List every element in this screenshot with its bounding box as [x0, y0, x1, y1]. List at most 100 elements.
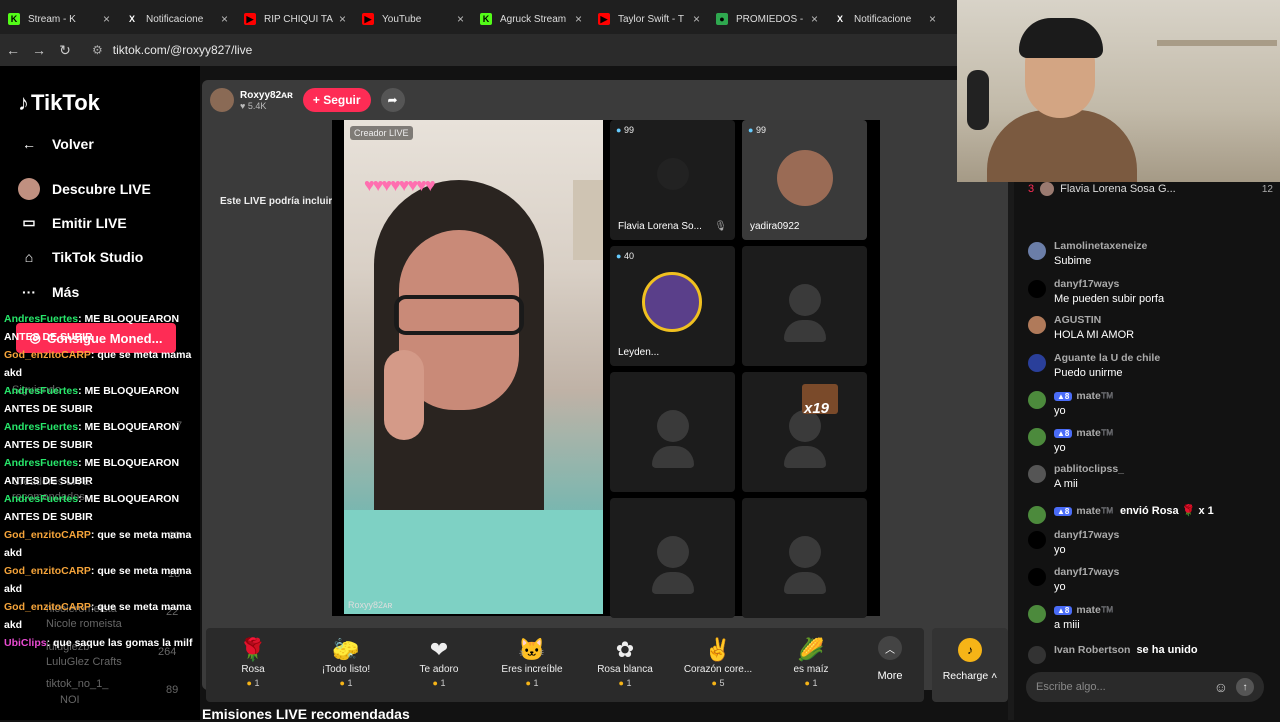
gift-item[interactable]: ❤ Te adoro ● 1	[394, 636, 484, 688]
overlay-chat-text: : ME BLOQUEARON	[78, 385, 180, 397]
avatar[interactable]	[1028, 391, 1046, 409]
more-gifts-button[interactable]: ︿ More	[862, 636, 918, 682]
guest-slot[interactable]	[610, 372, 735, 492]
chat-username-text[interactable]: danyf17ways	[1054, 278, 1119, 290]
browser-tab[interactable]: K Agruck Stream ×	[472, 4, 590, 34]
guest-slot[interactable]: ● 99 Flavia Lorena So... 🎙	[610, 120, 735, 240]
host-avatar[interactable]	[210, 88, 234, 112]
close-tab-icon[interactable]: ×	[693, 12, 700, 26]
chat-username-text[interactable]: pablitoclipss_	[1054, 463, 1124, 475]
chat-username[interactable]: ▲8 mate™️	[1054, 603, 1114, 616]
sidebar-item-discover[interactable]: Descubre LIVE	[18, 178, 151, 200]
close-tab-icon[interactable]: ×	[221, 12, 228, 26]
avatar[interactable]	[1028, 568, 1046, 586]
chat-username-text[interactable]: danyf17ways	[1054, 566, 1119, 578]
chat-username[interactable]: danyf17ways	[1054, 566, 1119, 578]
level-icon: ▲	[1057, 392, 1065, 401]
chat-username-text[interactable]: Ivan Robertson	[1054, 644, 1130, 656]
browser-tab[interactable]: ▶ Taylor Swift - T ×	[590, 4, 708, 34]
chat-username[interactable]: Ivan Robertson se ha unido	[1054, 644, 1198, 656]
close-tab-icon[interactable]: ×	[339, 12, 346, 26]
chat-username-text[interactable]: mate™️	[1076, 604, 1114, 616]
avatar[interactable]	[1028, 316, 1046, 334]
browser-tab[interactable]: ▶ RIP CHIQUI TA ×	[236, 4, 354, 34]
chat-username-text[interactable]: mate™️	[1076, 427, 1114, 439]
guest-slot[interactable]: ● 40 Leyden...	[610, 246, 735, 366]
send-icon[interactable]: ↑	[1236, 678, 1254, 696]
browser-tab[interactable]: ● PROMIEDOS - ×	[708, 4, 826, 34]
chat-username[interactable]: Lamolinetaxeneize	[1054, 240, 1147, 252]
forward-arrow-icon[interactable]: →	[26, 42, 52, 58]
avatar[interactable]	[1028, 646, 1046, 664]
x-icon: X	[836, 14, 843, 24]
emoji-icon[interactable]: ☺	[1214, 679, 1228, 695]
chat-username-text[interactable]: Aguante la U de chile	[1054, 352, 1160, 364]
close-tab-icon[interactable]: ×	[811, 12, 818, 26]
chat-username-text[interactable]: mate™️	[1076, 505, 1114, 517]
share-icon[interactable]: ➦	[380, 88, 405, 112]
chat-username-text[interactable]: Lamolinetaxeneize	[1054, 240, 1147, 252]
chat-username[interactable]: danyf17ways	[1054, 278, 1164, 290]
browser-tab[interactable]: X Notificacione ×	[826, 4, 944, 34]
host-name[interactable]: Roxyy82ᴀʀ	[240, 90, 293, 101]
url-field[interactable]: ⚙ tiktok.com/@roxyy827/live	[92, 43, 252, 57]
stream-chat-overlay: AndresFuertes: ME BLOQUEARON ANTES DE SUB…	[0, 310, 200, 652]
avatar[interactable]	[1028, 465, 1046, 483]
close-tab-icon[interactable]: ×	[929, 12, 936, 26]
follow-button[interactable]: + Seguir	[302, 88, 371, 112]
browser-tab[interactable]: ▶ YouTube ×	[354, 4, 472, 34]
chat-username[interactable]: ▲8 mate™️ envió Rosa 🌹 x 1	[1054, 504, 1214, 517]
guest-slot[interactable]	[610, 498, 735, 618]
gift-item[interactable]: 🐱 Eres increíble ● 1	[487, 636, 577, 688]
sidebar-item-back[interactable]: ← Volver	[18, 136, 94, 152]
chat-username[interactable]: ▲8 mate™️	[1054, 426, 1114, 439]
browser-tab[interactable]: K Stream - K ×	[0, 4, 118, 34]
browser-tab[interactable]: X Notificacione ×	[118, 4, 236, 34]
chat-text: yo	[1054, 581, 1066, 593]
gift-bar: ︿ More 🌹 Rosa ● 1 🧽 ¡Todo listo! ● 1 ❤ Te adoro…	[206, 628, 924, 702]
gift-item[interactable]: 🧽 ¡Todo listo! ● 1	[301, 636, 391, 688]
top-gifter-name[interactable]: Flavia Lorena Sosa G...	[1060, 183, 1262, 195]
sidebar-item-go-live[interactable]: ▭ Emitir LIVE	[18, 214, 126, 231]
chat-username[interactable]: ▲8 mate™️	[1054, 389, 1114, 402]
back-arrow-icon[interactable]: ←	[0, 42, 26, 58]
avatar[interactable]	[1028, 531, 1046, 549]
chat-username-text[interactable]: danyf17ways	[1054, 529, 1119, 541]
main-scrollbar[interactable]	[1008, 182, 1014, 720]
close-tab-icon[interactable]: ×	[575, 12, 582, 26]
avatar[interactable]	[1028, 280, 1046, 298]
gift-item[interactable]: ✿ Rosa blanca ● 1	[580, 636, 670, 688]
chat-input-placeholder[interactable]: Escribe algo...	[1036, 681, 1106, 693]
chat-username[interactable]: danyf17ways	[1054, 529, 1119, 541]
guest-slot[interactable]: ● 99 yadira0922	[742, 120, 867, 240]
guest-slot[interactable]: x19	[742, 372, 867, 492]
chat-username[interactable]: AGUSTIN	[1054, 314, 1134, 326]
gift-item[interactable]: 🌹 Rosa ● 1	[208, 636, 298, 688]
chat-username[interactable]: Aguante la U de chile	[1054, 352, 1160, 364]
gift-item[interactable]: 🌽 es maíz ● 1	[766, 636, 856, 688]
avatar[interactable]	[1028, 605, 1046, 623]
chat-username-text[interactable]: AGUSTIN	[1054, 314, 1101, 326]
chat-username-text[interactable]: mate™️	[1076, 390, 1114, 402]
close-tab-icon[interactable]: ×	[103, 12, 110, 26]
avatar[interactable]	[1028, 354, 1046, 372]
chat-username[interactable]: pablitoclipss_	[1054, 463, 1124, 475]
guest-name: yadira0922	[750, 221, 800, 232]
recharge-button[interactable]: ♪ Recharge ˄	[932, 628, 1008, 702]
guest-slot[interactable]	[742, 498, 867, 618]
avatar[interactable]	[1028, 242, 1046, 260]
close-tab-icon[interactable]: ×	[457, 12, 464, 26]
avatar[interactable]	[1028, 506, 1046, 524]
sidebar-item-more[interactable]: ··· Más	[18, 284, 79, 300]
url-text[interactable]: tiktok.com/@roxyy827/live	[113, 43, 253, 57]
tiktok-logo[interactable]: ♪ TikTok	[18, 90, 100, 116]
avatar[interactable]	[1028, 428, 1046, 446]
reload-icon[interactable]: ↻	[52, 42, 78, 59]
site-info-icon[interactable]: ⚙	[92, 43, 103, 57]
gift-item[interactable]: ✌ Corazón core... ● 5	[673, 636, 763, 688]
finger-heart-icon: ✌	[704, 637, 732, 662]
sidebar-item-studio[interactable]: ⌂ TikTok Studio	[18, 249, 144, 265]
overlay-chat-line: God_enzitoCARP: que se meta mama	[0, 526, 200, 544]
chat-input[interactable]: Escribe algo... ☺ ↑	[1026, 672, 1264, 702]
guest-slot[interactable]	[742, 246, 867, 366]
